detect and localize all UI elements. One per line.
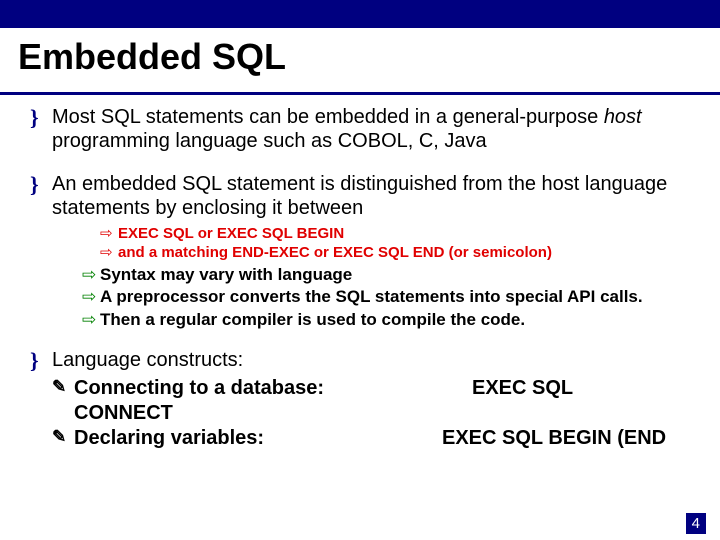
b1-host: host <box>604 106 642 128</box>
bullet-3-heading: Language constructs: <box>52 348 243 372</box>
lc-row1-cmd-b: CONNECT <box>74 401 173 426</box>
page-number: 4 <box>686 513 706 534</box>
b2-red1: EXEC SQL or EXEC SQL BEGIN <box>118 225 344 244</box>
header-stripe <box>0 0 720 28</box>
lc-row2-cmd: EXEC SQL BEGIN (END <box>442 426 702 451</box>
bullet-2-text: An embedded SQL statement is distinguish… <box>52 172 702 221</box>
arrow-icon: ⇨ <box>100 225 118 244</box>
brace-icon: } <box>30 172 52 198</box>
arrow-icon: ⇨ <box>82 309 100 330</box>
bullet-1: } Most SQL statements can be embedded in… <box>30 105 702 154</box>
b2-red2: and a matching END-EXEC or EXEC SQL END … <box>118 244 552 263</box>
slide-content: } Most SQL statements can be embedded in… <box>0 105 720 451</box>
brace-icon: } <box>30 348 52 374</box>
pencil-icon: ✎ <box>52 426 74 447</box>
arrow-icon: ⇨ <box>100 244 118 263</box>
b1-post: programming language such as COBOL, C, J… <box>52 130 487 152</box>
arrow-icon: ⇨ <box>82 264 100 285</box>
lc-row2-label: Declaring variables: <box>74 426 442 451</box>
lc-row1-cmd-a: EXEC SQL <box>472 376 702 401</box>
bullet-1-text: Most SQL statements can be embedded in a… <box>52 105 702 154</box>
b1-pre: Most SQL statements can be embedded in a… <box>52 106 604 128</box>
b2-g3: Then a regular compiler is used to compi… <box>100 309 525 330</box>
lc-row1-label: Connecting to a database: <box>74 376 472 401</box>
bullet-2: } An embedded SQL statement is distingui… <box>30 172 702 330</box>
pencil-icon: ✎ <box>52 376 74 397</box>
arrow-icon: ⇨ <box>82 286 100 307</box>
bullet-2-sublist: ⇨ EXEC SQL or EXEC SQL BEGIN ⇨ and a mat… <box>82 225 702 330</box>
b2-g1: Syntax may vary with language <box>100 264 352 285</box>
bullet-3: } Language constructs: ✎ Connecting to a… <box>30 348 702 451</box>
language-constructs-list: ✎ Connecting to a database: EXEC SQL CON… <box>52 376 702 451</box>
brace-icon: } <box>30 105 52 131</box>
b2-g2: A preprocessor converts the SQL statemen… <box>100 286 643 307</box>
slide-title: Embedded SQL <box>0 28 720 95</box>
